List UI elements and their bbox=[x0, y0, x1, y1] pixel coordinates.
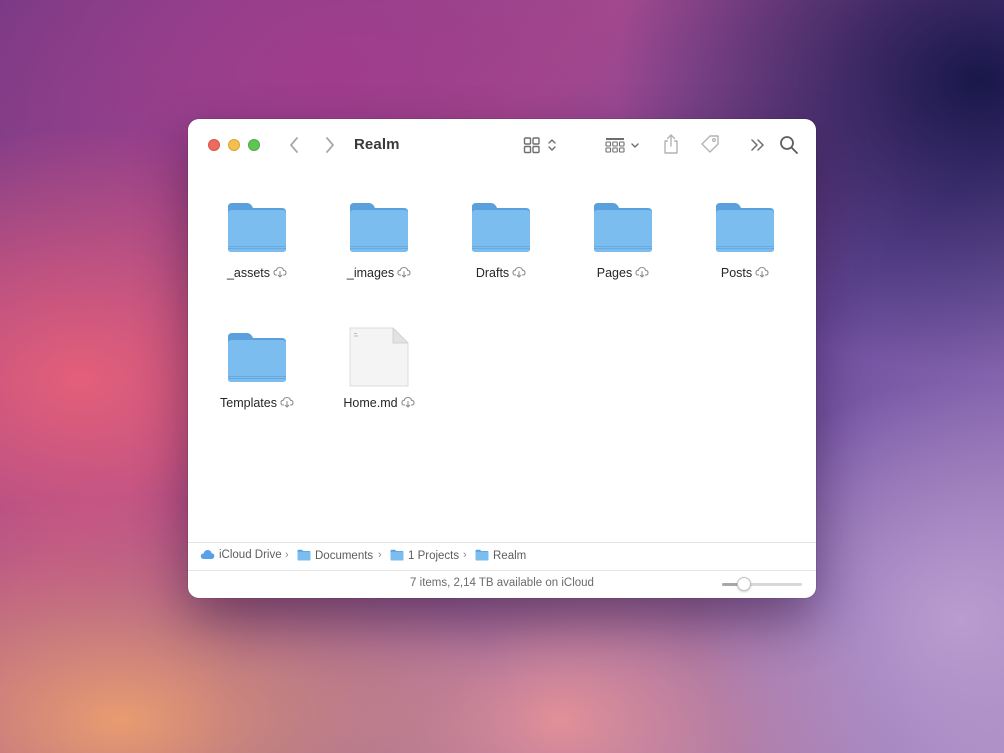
markdown-document-icon bbox=[349, 327, 409, 387]
folder-icon bbox=[350, 203, 408, 252]
cloud-download-icon[interactable] bbox=[755, 266, 769, 278]
path-item-label: Documents bbox=[315, 550, 374, 562]
close-button[interactable] bbox=[208, 139, 220, 151]
folder-item[interactable]: Pages bbox=[568, 171, 678, 281]
folder-icon bbox=[228, 203, 286, 252]
path-item-icloud-drive[interactable]: iCloud Drive bbox=[200, 549, 282, 561]
path-item-label: iCloud Drive bbox=[219, 549, 282, 561]
item-label-row: Pages bbox=[568, 266, 678, 280]
item-label-row: Templates bbox=[202, 396, 312, 410]
slider-thumb[interactable] bbox=[736, 577, 751, 591]
path-item-label: 1 Projects bbox=[408, 550, 460, 562]
path-separator-icon: › bbox=[463, 549, 467, 561]
folder-item[interactable]: _assets bbox=[202, 171, 312, 281]
window-title: Realm bbox=[354, 136, 400, 153]
folder-icon bbox=[475, 549, 489, 561]
back-chevron-icon[interactable] bbox=[288, 136, 300, 154]
item-name: Drafts bbox=[475, 266, 510, 280]
cloud-download-icon[interactable] bbox=[280, 396, 294, 408]
share-icon[interactable] bbox=[662, 133, 680, 155]
item-name: _images bbox=[346, 266, 395, 280]
path-bar: iCloud Drive › Documents › 1 Projects › … bbox=[188, 542, 816, 570]
search-icon[interactable] bbox=[779, 135, 799, 155]
more-toolbar-items-icon[interactable] bbox=[750, 136, 766, 154]
group-by-icon[interactable] bbox=[605, 136, 643, 154]
item-label-row: Home.md bbox=[324, 396, 434, 410]
tag-icon[interactable] bbox=[699, 134, 721, 154]
item-label-row: Drafts bbox=[446, 266, 556, 280]
icon-view-grid-icon[interactable] bbox=[523, 136, 559, 154]
item-name: Home.md bbox=[343, 396, 398, 410]
finder-window: Realm _assets _images Drafts Pages Posts… bbox=[188, 119, 816, 598]
folder-item[interactable]: Posts bbox=[690, 171, 800, 281]
item-name: Templates bbox=[220, 396, 277, 410]
path-item-realm[interactable]: Realm bbox=[475, 549, 526, 562]
icloud-icon bbox=[200, 550, 215, 559]
minimize-button[interactable] bbox=[228, 139, 240, 151]
folder-icon bbox=[716, 203, 774, 252]
folder-icon bbox=[472, 203, 530, 252]
cloud-download-icon[interactable] bbox=[512, 266, 526, 278]
cloud-download-icon[interactable] bbox=[635, 266, 649, 278]
item-label-row: Posts bbox=[690, 266, 800, 280]
folder-icon bbox=[594, 203, 652, 252]
path-item-documents[interactable]: Documents bbox=[297, 549, 373, 562]
file-grid: _assets _images Drafts Pages Posts Templ… bbox=[188, 171, 816, 541]
item-name: _assets bbox=[226, 266, 271, 280]
folder-icon bbox=[228, 333, 286, 382]
path-separator-icon: › bbox=[285, 549, 289, 561]
folder-item[interactable]: Templates bbox=[202, 301, 312, 411]
path-item-label: Realm bbox=[493, 550, 527, 562]
path-item-1-projects[interactable]: 1 Projects bbox=[390, 549, 459, 562]
zoom-button[interactable] bbox=[248, 139, 260, 151]
forward-chevron-icon[interactable] bbox=[324, 136, 336, 154]
folder-item[interactable]: _images bbox=[324, 171, 434, 281]
item-label-row: _assets bbox=[202, 266, 312, 280]
item-label-row: _images bbox=[324, 266, 434, 280]
item-name: Pages bbox=[596, 266, 633, 280]
status-bar: 7 items, 2,14 TB available on iCloud bbox=[188, 570, 816, 598]
folder-icon bbox=[390, 549, 404, 561]
cloud-download-icon[interactable] bbox=[397, 266, 411, 278]
item-name: Posts bbox=[720, 266, 753, 280]
file-item[interactable]: Home.md bbox=[324, 301, 434, 411]
folder-icon bbox=[297, 549, 311, 561]
icon-size-slider[interactable] bbox=[722, 577, 802, 591]
path-separator-icon: › bbox=[378, 549, 382, 561]
toolbar: Realm bbox=[188, 119, 816, 171]
cloud-download-icon[interactable] bbox=[273, 266, 287, 278]
cloud-download-icon[interactable] bbox=[401, 396, 415, 408]
folder-item[interactable]: Drafts bbox=[446, 171, 556, 281]
